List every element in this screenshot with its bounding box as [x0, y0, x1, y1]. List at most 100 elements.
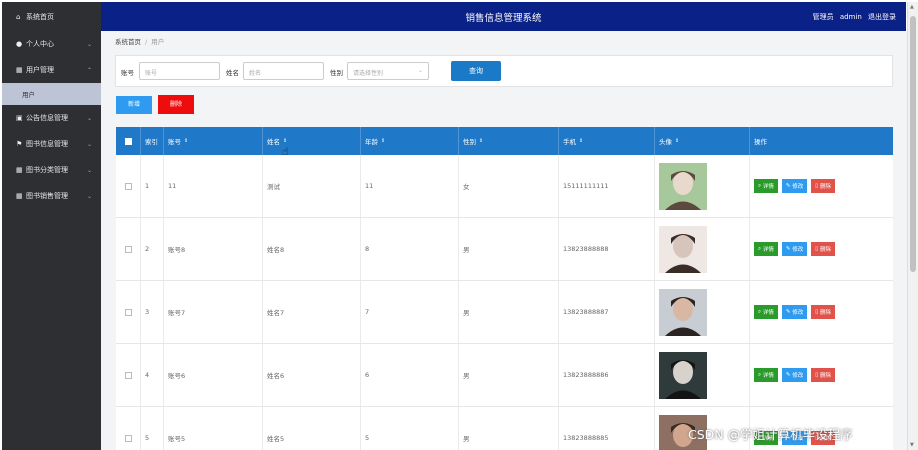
column-header-account[interactable]: 账号 ⇕ — [164, 127, 263, 155]
avatar[interactable] — [659, 288, 707, 336]
sort-icon[interactable]: ⇕ — [381, 138, 385, 144]
page-scrollbar[interactable]: ▲ ▼ — [907, 2, 918, 450]
sidebar-item-book-sales-management[interactable]: ▦ 图书销售管理 ⌄ — [2, 183, 101, 209]
column-header-gender[interactable]: 性别 ⇕ — [459, 127, 559, 155]
scrollbar-thumb[interactable] — [910, 16, 916, 272]
sidebar-item-user-management[interactable]: ▦ 用户管理 ⌃ — [2, 57, 101, 83]
button-label: 删除 — [820, 310, 832, 316]
cell-name: 姓名5 — [263, 407, 361, 450]
avatar[interactable] — [659, 351, 707, 399]
row-checkbox[interactable] — [124, 434, 132, 442]
watermark: CSDN @学姐计算机毕设程序 — [688, 427, 853, 442]
row-checkbox[interactable] — [124, 371, 132, 379]
sidebar-item-label: 公告信息管理 — [26, 114, 68, 122]
gender-label: 性别 — [330, 69, 343, 77]
column-header-age[interactable]: 年龄 ⇕ — [361, 127, 459, 155]
sidebar-subitem-users[interactable]: 用户 — [2, 83, 101, 105]
breadcrumb-current: 用户 — [151, 38, 165, 46]
sort-icon[interactable]: ⇕ — [283, 138, 287, 144]
table-row[interactable]: 2 账号8 姓名8 8 男 13823888888 ⌕ 详情 ✎ 修改 ▯ 删除 — [116, 218, 893, 281]
table-row[interactable]: 3 账号7 姓名7 7 男 13823888887 ⌕ 详情 ✎ 修改 ▯ 删除 — [116, 281, 893, 344]
cell-text: 13823888887 — [563, 308, 609, 316]
breadcrumb-separator: / — [145, 38, 148, 46]
sort-icon[interactable]: ⇕ — [675, 138, 679, 144]
cell-actions: ⌕ 详情 ✎ 修改 ▯ 删除 — [750, 155, 893, 217]
cell-text: 7 — [365, 308, 370, 316]
column-header-name[interactable]: 姓名 ⇕ — [263, 127, 361, 155]
avatar[interactable] — [659, 225, 707, 273]
sidebar-item-notice-management[interactable]: ▣ 公告信息管理 ⌄ — [2, 105, 101, 131]
table-row[interactable]: 4 账号6 姓名6 6 男 13823888886 ⌕ 详情 ✎ 修改 ▯ 删除 — [116, 344, 893, 407]
table-row[interactable]: 1 11 测试 11 女 15111111111 ⌕ 详情 ✎ 修改 ▯ 删除 — [116, 155, 893, 218]
edit-button[interactable]: ✎ 修改 — [781, 242, 808, 256]
cell-account: 账号6 — [164, 344, 263, 406]
breadcrumb-home[interactable]: 系统首页 — [115, 38, 141, 46]
row-checkbox[interactable] — [124, 182, 132, 190]
batch-delete-button[interactable]: 删除 — [158, 95, 194, 114]
sidebar-item-label: 图书销售管理 — [26, 192, 68, 200]
cell-text: 5 — [145, 434, 150, 442]
gender-select-placeholder: 请选择性别 — [353, 70, 384, 77]
avatar[interactable] — [659, 162, 707, 210]
delete-row-button[interactable]: ▯ 删除 — [811, 305, 836, 319]
select-all-checkbox[interactable] — [124, 137, 132, 145]
cell-text: 账号6 — [168, 372, 186, 380]
detail-button[interactable]: ⌕ 详情 — [754, 305, 778, 319]
sidebar-item-label: 图书分类管理 — [26, 166, 68, 174]
cell-account: 11 — [164, 155, 263, 217]
sort-icon[interactable]: ⇕ — [479, 138, 483, 144]
cell-text: 姓名8 — [267, 246, 285, 254]
sort-icon[interactable]: ⇕ — [579, 138, 583, 144]
button-label: 详情 — [762, 184, 774, 190]
edit-button[interactable]: ✎ 修改 — [781, 179, 808, 193]
chevron-down-icon: ⌄ — [86, 192, 92, 200]
row-actions: ⌕ 详情 ✎ 修改 ▯ 删除 — [754, 179, 836, 193]
app-title: 销售信息管理系统 — [465, 13, 542, 24]
sidebar-item-book-category-management[interactable]: ▦ 图书分类管理 ⌄ — [2, 157, 101, 183]
detail-button[interactable]: ⌕ 详情 — [754, 179, 778, 193]
users-table: 索引 账号 ⇕ 姓名 ⇕ 年龄 ⇕ 性别 ⇕ 手机 ⇕ 头像 ⇕ 操作 1 11 测试 11 女 15… — [116, 127, 893, 450]
delete-row-button[interactable]: ▯ 删除 — [811, 179, 836, 193]
cell-index: 2 — [141, 218, 164, 280]
flag-icon: ⚑ — [16, 140, 23, 148]
row-checkbox[interactable] — [124, 245, 132, 253]
query-button[interactable]: 查询 — [451, 61, 501, 81]
cell-index: 3 — [141, 281, 164, 343]
cell-age: 6 — [361, 344, 459, 406]
delete-row-button[interactable]: ▯ 删除 — [811, 242, 836, 256]
sidebar-item-home[interactable]: ⌂ 系统首页 — [2, 2, 101, 31]
row-checkbox[interactable] — [124, 308, 132, 316]
scroll-up-arrow-icon[interactable]: ▲ — [910, 4, 914, 10]
table-header: 索引 账号 ⇕ 姓名 ⇕ 年龄 ⇕ 性别 ⇕ 手机 ⇕ 头像 ⇕ 操作 — [116, 127, 893, 155]
edit-button[interactable]: ✎ 修改 — [781, 305, 808, 319]
column-header-label: 操作 — [754, 138, 767, 146]
scroll-down-arrow-icon[interactable]: ▼ — [910, 442, 914, 448]
column-header-avatar[interactable]: 头像 ⇕ — [655, 127, 750, 155]
cell-phone: 13823888888 — [559, 218, 655, 280]
name-input[interactable]: 姓名 — [243, 62, 324, 80]
sort-icon[interactable]: ⇕ — [184, 138, 188, 144]
row-select-cell — [116, 281, 141, 343]
delete-row-button[interactable]: ▯ 删除 — [811, 368, 836, 382]
chevron-down-icon: ⌄ — [417, 67, 423, 74]
logout-link[interactable]: 退出登录 — [868, 13, 896, 21]
row-select-cell — [116, 218, 141, 280]
detail-button[interactable]: ⌕ 详情 — [754, 368, 778, 382]
cell-text: 姓名5 — [267, 435, 285, 443]
add-button[interactable]: 新增 — [116, 96, 152, 114]
gender-select[interactable]: 请选择性别 ⌄ — [347, 62, 429, 80]
home-icon: ⌂ — [16, 12, 21, 21]
column-header-phone[interactable]: 手机 ⇕ — [559, 127, 655, 155]
cell-avatar — [655, 218, 750, 280]
cell-text: 男 — [463, 246, 470, 254]
account-input[interactable]: 账号 — [139, 62, 220, 80]
detail-button[interactable]: ⌕ 详情 — [754, 242, 778, 256]
cell-name: 姓名7 — [263, 281, 361, 343]
mouse-pointer-icon: ☝ — [282, 145, 289, 158]
button-label: 详情 — [762, 247, 774, 253]
sidebar-item-book-info-management[interactable]: ⚑ 图书信息管理 ⌄ — [2, 131, 101, 157]
edit-button[interactable]: ✎ 修改 — [781, 368, 808, 382]
cell-index: 4 — [141, 344, 164, 406]
sidebar-item-personal-center[interactable]: ● 个人中心 ⌄ — [2, 31, 101, 57]
sidebar-item-label: 图书信息管理 — [26, 140, 68, 148]
